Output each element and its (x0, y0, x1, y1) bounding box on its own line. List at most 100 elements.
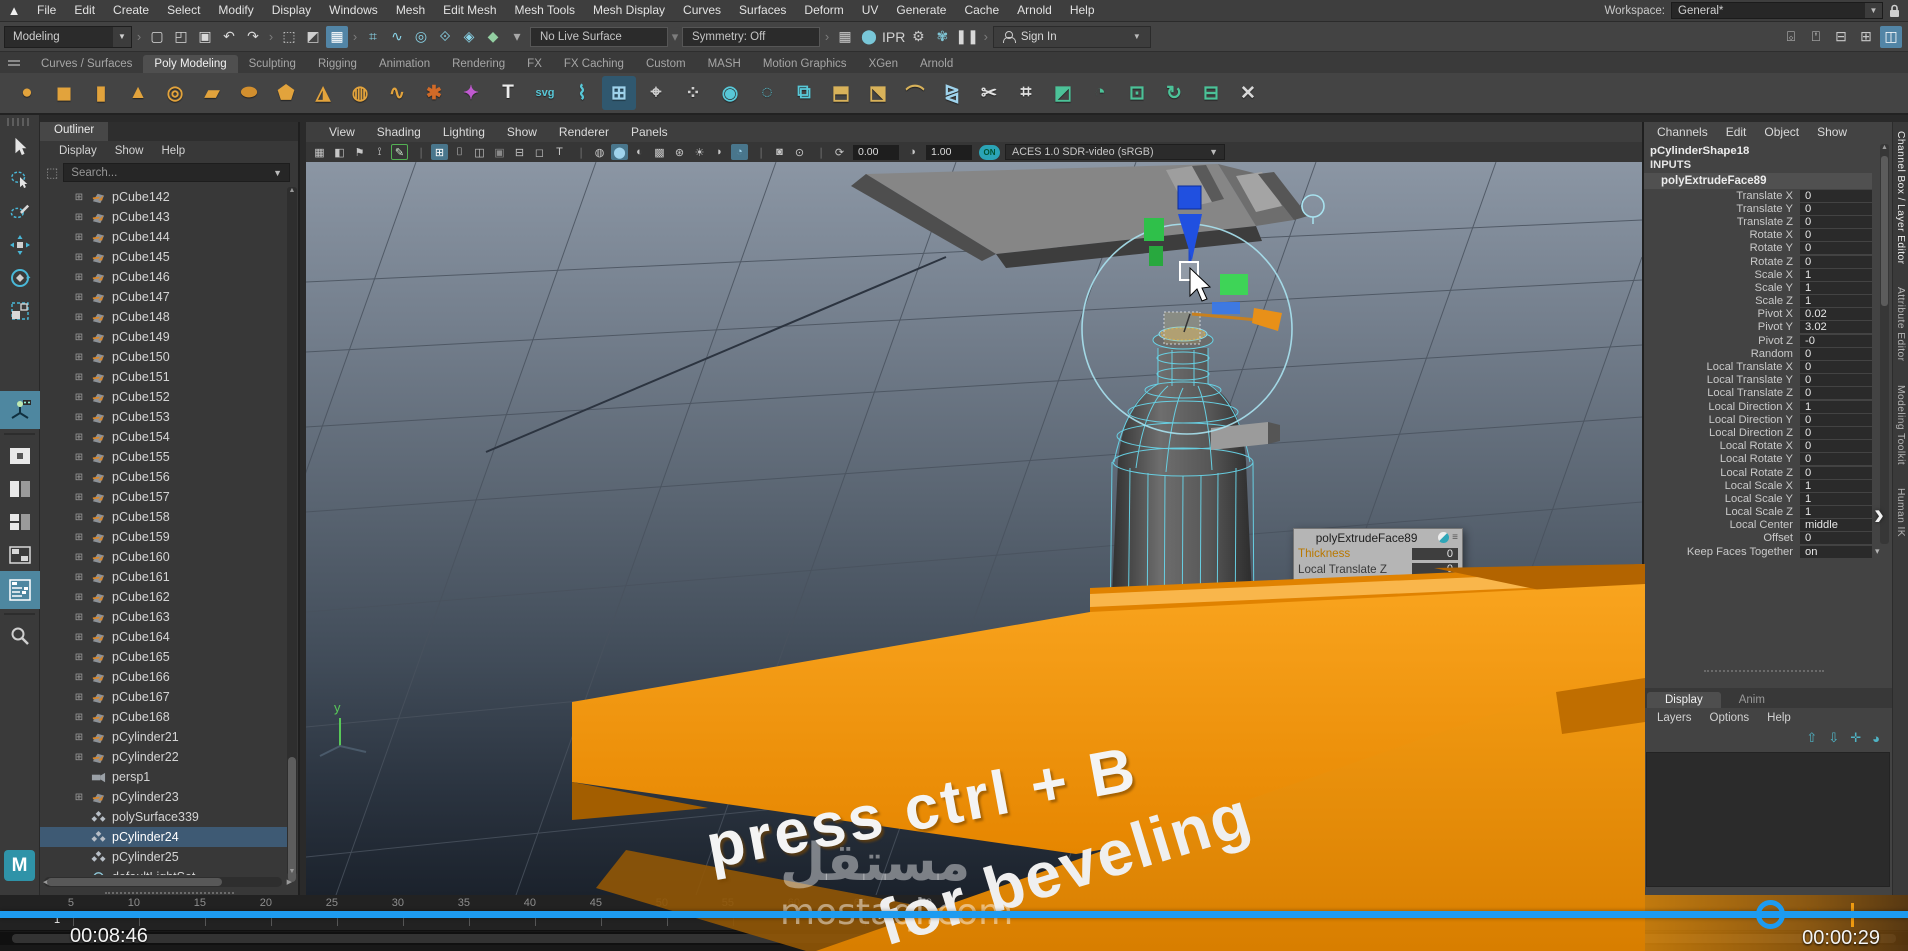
shelf-tab[interactable]: FX Caching (553, 55, 635, 73)
layer-menu-item[interactable]: Options (1701, 712, 1759, 724)
field-chart-icon[interactable]: ⊟ (511, 144, 528, 160)
isolate-select-icon[interactable]: ⊙ (791, 144, 808, 160)
vertical-scrollbar[interactable]: ▲ ▼ (287, 187, 297, 882)
list-item[interactable]: pCube148 (40, 307, 287, 327)
connect-icon[interactable]: ⌗ (1009, 76, 1043, 110)
list-item[interactable]: pCube150 (40, 347, 287, 367)
channel-value-field[interactable]: 3.02 (1800, 321, 1872, 334)
list-item[interactable]: pCube168 (40, 707, 287, 727)
select-hierarchy-icon[interactable]: ⬚ (278, 26, 300, 48)
expand-toggle-icon[interactable] (73, 552, 85, 563)
menu-item[interactable]: Help (1061, 0, 1104, 21)
menu-item[interactable]: Mesh Display (584, 0, 674, 21)
boolean-icon[interactable]: ⧉ (787, 76, 821, 110)
separate-icon[interactable]: ◌ (750, 76, 784, 110)
list-item[interactable]: pCube160 (40, 547, 287, 567)
outliner-toggle-icon[interactable]: ⌺ (1780, 26, 1802, 48)
chevron-down-icon[interactable]: ▼ (113, 26, 131, 47)
shelf-tab[interactable]: Rigging (307, 55, 368, 73)
textured-icon[interactable]: ▩ (651, 144, 668, 160)
tool-settings-toggle-icon[interactable]: ⍞ (1805, 26, 1827, 48)
hud-attribute-value[interactable]: On (1412, 609, 1458, 623)
image-plane-icon[interactable]: ✎ (391, 144, 408, 160)
sidebar-vertical-tab[interactable]: Modeling Toolkit (1893, 376, 1908, 474)
polyextrude-hud[interactable]: polyExtrudeFace89 ≡ Thickness 0 Local Tr… (1293, 528, 1463, 625)
channel-row[interactable]: Scale Y 1 (1644, 281, 1892, 294)
menu-item[interactable]: Edit Mesh (434, 0, 505, 21)
list-item[interactable]: pCube151 (40, 367, 287, 387)
move-tool-button[interactable] (0, 228, 40, 261)
snap-curve-icon[interactable]: ∿ (386, 26, 408, 48)
collapse-panels-icon[interactable]: ⊟ (1830, 26, 1852, 48)
slab-mesh[interactable] (851, 164, 1308, 268)
list-item[interactable]: pCube147 (40, 287, 287, 307)
channel-value-field[interactable]: 1 (1800, 268, 1872, 281)
list-item[interactable]: pCube144 (40, 227, 287, 247)
list-item[interactable]: pCube145 (40, 247, 287, 267)
sep[interactable]: ❘ (751, 144, 768, 160)
combine-icon[interactable]: ◉ (713, 76, 747, 110)
viewport-menu-item[interactable]: Show (496, 125, 548, 139)
gate-mask-icon[interactable]: ▣ (491, 144, 508, 160)
channel-value-field[interactable]: 0 (1800, 202, 1872, 215)
expand-toggle-icon[interactable] (73, 732, 85, 743)
expand-toggle-icon[interactable] (73, 792, 85, 803)
channel-row[interactable]: Pivot X 0.02 (1644, 308, 1892, 321)
search-input[interactable]: Search... ▼ (63, 163, 290, 182)
chevron-down-icon[interactable]: ▼ (1865, 3, 1882, 18)
scroll-down-icon[interactable]: ▼ (287, 868, 297, 875)
menu-item[interactable]: Modify (209, 0, 262, 21)
channelbox-menu-item[interactable]: Channels (1648, 125, 1717, 139)
poly-cube-icon[interactable]: ◼ (47, 76, 81, 110)
list-item[interactable]: pCube155 (40, 447, 287, 467)
menu-item[interactable]: UV (853, 0, 888, 21)
menu-item[interactable]: Deform (795, 0, 852, 21)
gamma-icon[interactable]: ◑ (904, 144, 921, 160)
list-item[interactable]: pCylinder23 (40, 787, 287, 807)
channel-row[interactable]: Local Rotate Y 0 (1644, 453, 1892, 466)
viewport-canvas[interactable]: y polyExtrudeFace89 ≡ Thickness 0 Local … (306, 162, 1642, 895)
move-layer-down-icon[interactable]: ⇩ (1828, 730, 1839, 746)
scroll-up-icon[interactable]: ▲ (287, 187, 297, 194)
safe-action-icon[interactable]: ◻ (531, 144, 548, 160)
hud-attribute-row[interactable]: Local Translate Z 0 (1294, 562, 1462, 578)
scroll-right-icon[interactable]: ▶ (287, 878, 292, 886)
single-pane-layout-button[interactable] (0, 439, 40, 472)
spin-edge-icon[interactable]: ↻ (1157, 76, 1191, 110)
toolbox-grip[interactable] (7, 118, 32, 126)
object-mode-icon[interactable]: ◩ (302, 26, 324, 48)
list-item[interactable]: pCylinder25 (40, 847, 287, 867)
select-tool-button[interactable] (0, 129, 40, 162)
hud-attribute-value[interactable]: 0 (1412, 563, 1458, 576)
chevron-down-icon[interactable]: ▼ (273, 168, 282, 178)
sidebar-vertical-tab[interactable]: Channel Box / Layer Editor (1893, 122, 1908, 273)
sep[interactable]: ❘ (411, 144, 428, 160)
group-separator[interactable]: › (981, 24, 991, 50)
group-separator[interactable]: › (350, 24, 360, 50)
channel-row[interactable]: Rotate X 0 (1644, 229, 1892, 242)
live-surface-field[interactable]: No Live Surface (530, 26, 668, 47)
expand-toggle-icon[interactable] (73, 672, 85, 683)
menu-item[interactable]: Generate (887, 0, 955, 21)
expand-toggle-icon[interactable] (73, 332, 85, 343)
lasso-tool-button[interactable] (0, 162, 40, 195)
undo-icon[interactable]: ↶ (218, 26, 240, 48)
move-layer-up-icon[interactable]: ⇧ (1806, 730, 1817, 746)
camera-select-icon[interactable]: ▦ (311, 144, 328, 160)
expand-toggle-icon[interactable] (73, 412, 85, 423)
expand-toggle-icon[interactable] (73, 632, 85, 643)
grid-snap-icon[interactable]: ⊞ (602, 76, 636, 110)
chevron-down-icon[interactable]: ▼ (1209, 147, 1218, 157)
list-item[interactable]: pCube156 (40, 467, 287, 487)
open-scene-icon[interactable]: ◰ (170, 26, 192, 48)
make-live-icon[interactable]: ◆ (482, 26, 504, 48)
axis-x-handle[interactable] (1191, 312, 1259, 322)
channel-row[interactable]: Scale X 1 (1644, 268, 1892, 281)
expand-toggle-icon[interactable] (73, 452, 85, 463)
sep[interactable]: ❘ (811, 144, 828, 160)
quad-draw-icon[interactable]: ◩ (1046, 76, 1080, 110)
outliner-menu-item[interactable]: Help (153, 145, 195, 157)
viewport-menu-item[interactable]: Shading (366, 125, 432, 139)
snap-projected-center-icon[interactable]: ⟐ (434, 26, 456, 48)
gamma-field[interactable]: 1.00 (926, 144, 972, 160)
